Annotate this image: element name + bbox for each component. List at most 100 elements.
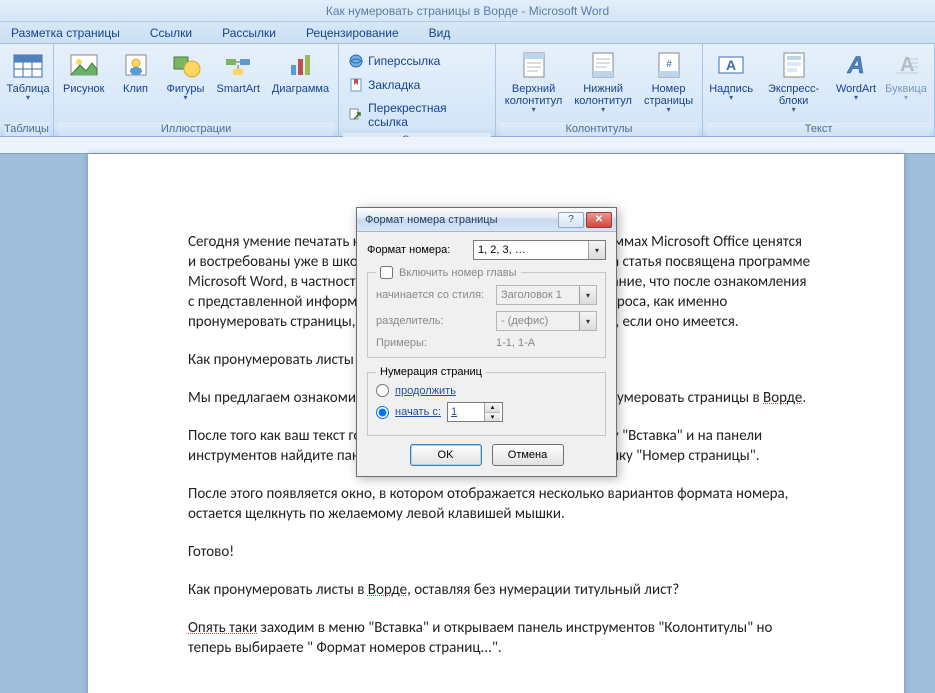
svg-text:A: A xyxy=(726,57,736,73)
pagenum-icon: # xyxy=(653,49,685,81)
chevron-down-icon: ▾ xyxy=(26,93,30,102)
chevron-down-icon: ▾ xyxy=(532,105,536,114)
group-headerfooter-label: Колонтитулы xyxy=(500,121,698,136)
dialog-title: Формат номера страницы xyxy=(365,214,498,226)
chevron-down-icon: ▾ xyxy=(792,105,796,114)
header-button[interactable]: Верхний колонтитул ▾ xyxy=(500,46,568,117)
group-tables: Таблица ▾ Таблицы xyxy=(0,44,54,136)
chart-button[interactable]: Диаграмма xyxy=(267,46,334,98)
footer-button[interactable]: Нижний колонтитул ▾ xyxy=(569,46,637,117)
ruler[interactable] xyxy=(0,137,935,154)
shapes-icon xyxy=(170,49,202,81)
chevron-down-icon: ▾ xyxy=(854,93,858,102)
number-format-value: 1, 2, 3, … xyxy=(478,244,526,256)
number-format-combo[interactable]: 1, 2, 3, … ▾ xyxy=(473,240,606,260)
group-text: A Надпись ▾ Экспресс-блоки ▾ A WordArt ▾… xyxy=(703,44,935,136)
chevron-down-icon: ▾ xyxy=(667,105,671,114)
quickparts-button[interactable]: Экспресс-блоки ▾ xyxy=(757,46,830,117)
crossref-button[interactable]: Перекрестная ссылка xyxy=(343,98,491,132)
bookmark-label: Закладка xyxy=(368,78,420,92)
para-8[interactable]: Опять таки заходим в меню "Вставка" и от… xyxy=(188,618,812,658)
smartart-button[interactable]: SmartArt xyxy=(212,46,265,98)
startat-label[interactable]: начать с: xyxy=(395,406,441,418)
group-links: Гиперссылка Закладка Перекрестная ссылка… xyxy=(339,44,496,136)
bookmark-button[interactable]: Закладка xyxy=(343,74,491,96)
pagenum-label: Номер страницы xyxy=(644,83,693,107)
hyperlink-label: Гиперссылка xyxy=(368,54,440,68)
para-7[interactable]: Как пронумеровать листы в Ворде, оставля… xyxy=(188,580,812,600)
chevron-down-icon[interactable]: ▾ xyxy=(588,241,605,259)
clip-button[interactable]: Клип xyxy=(112,46,160,98)
group-tables-label: Таблицы xyxy=(4,121,49,136)
startat-radio[interactable] xyxy=(376,406,389,419)
ribbon: Таблица ▾ Таблицы Рисунок Клип xyxy=(0,44,935,137)
picture-label: Рисунок xyxy=(63,83,105,95)
crossref-label: Перекрестная ссылка xyxy=(368,101,486,129)
chevron-down-icon: ▾ xyxy=(579,286,596,304)
include-chapter-checkbox[interactable] xyxy=(380,266,393,279)
spin-down-button[interactable]: ▾ xyxy=(485,413,500,422)
separator-value: - (дефис) xyxy=(501,315,548,327)
spin-up-button[interactable]: ▴ xyxy=(485,403,500,413)
startat-input[interactable] xyxy=(448,403,484,421)
dropcap-button[interactable]: A Буквица ▾ xyxy=(882,46,930,105)
examples-value: 1-1, 1-A xyxy=(496,337,597,349)
textbox-icon: A xyxy=(715,49,747,81)
dropcap-icon: A xyxy=(890,49,922,81)
numbering-legend: Нумерация страниц xyxy=(376,366,486,378)
starts-style-value: Заголовок 1 xyxy=(501,289,562,301)
chevron-down-icon: ▾ xyxy=(601,105,605,114)
clip-icon xyxy=(120,49,152,81)
starts-style-label: начинается со стиля: xyxy=(376,289,496,301)
window-title: Как нумеровать страницы в Ворде - Micros… xyxy=(0,0,935,22)
group-illustrations-label: Иллюстрации xyxy=(58,121,334,136)
crossref-icon xyxy=(348,107,364,123)
para-5[interactable]: После этого появляется окно, в котором о… xyxy=(188,484,812,524)
chart-icon xyxy=(285,49,317,81)
page-number-format-dialog: Формат номера страницы ? ✕ Формат номера… xyxy=(356,207,617,477)
group-headerfooter: Верхний колонтитул ▾ Нижний колонтитул ▾… xyxy=(496,44,703,136)
numbering-fieldset: Нумерация страниц продолжить начать с: ▴… xyxy=(367,366,606,436)
bookmark-icon xyxy=(348,77,364,93)
separator-label: разделитель: xyxy=(376,315,496,327)
footer-icon xyxy=(587,49,619,81)
separator-combo: - (дефис) ▾ xyxy=(496,311,597,331)
chart-label: Диаграмма xyxy=(272,83,329,95)
header-label: Верхний колонтитул xyxy=(505,83,563,107)
help-button[interactable]: ? xyxy=(558,212,584,228)
startat-spinner[interactable]: ▴ ▾ xyxy=(447,402,503,422)
include-chapter-label: Включить номер главы xyxy=(399,267,517,279)
tab-review[interactable]: Рецензирование xyxy=(300,23,405,43)
chevron-down-icon: ▾ xyxy=(183,93,187,102)
textbox-button[interactable]: A Надпись ▾ xyxy=(707,46,755,105)
tab-mailings[interactable]: Рассылки xyxy=(216,23,282,43)
cancel-button[interactable]: Отмена xyxy=(492,444,564,466)
examples-label: Примеры: xyxy=(376,337,496,349)
pagenum-button[interactable]: # Номер страницы ▾ xyxy=(639,46,698,117)
tab-page-layout[interactable]: Разметка страницы xyxy=(5,23,126,43)
ok-button[interactable]: OK xyxy=(410,444,482,466)
svg-text:A: A xyxy=(846,52,864,79)
svg-text:#: # xyxy=(666,59,672,70)
hyperlink-icon xyxy=(348,53,364,69)
header-icon xyxy=(518,49,550,81)
table-button[interactable]: Таблица ▾ xyxy=(4,46,52,105)
picture-button[interactable]: Рисунок xyxy=(58,46,110,98)
group-illustrations: Рисунок Клип Фигуры ▾ SmartArt xyxy=(54,44,339,136)
tab-view[interactable]: Вид xyxy=(423,23,457,43)
para-6[interactable]: Готово! xyxy=(188,542,812,562)
smartart-label: SmartArt xyxy=(217,83,260,95)
dialog-titlebar[interactable]: Формат номера страницы ? ✕ xyxy=(357,208,616,232)
continue-radio[interactable] xyxy=(376,384,389,397)
shapes-button[interactable]: Фигуры ▾ xyxy=(162,46,210,105)
close-button[interactable]: ✕ xyxy=(586,212,612,228)
continue-label[interactable]: продолжить xyxy=(395,385,456,397)
tab-references[interactable]: Ссылки xyxy=(144,23,198,43)
quickparts-label: Экспресс-блоки xyxy=(762,83,825,107)
footer-label: Нижний колонтитул xyxy=(574,83,632,107)
smartart-icon xyxy=(222,49,254,81)
chapter-fieldset: Включить номер главы начинается со стиля… xyxy=(367,266,606,358)
hyperlink-button[interactable]: Гиперссылка xyxy=(343,50,491,72)
clip-label: Клип xyxy=(123,83,148,95)
wordart-button[interactable]: A WordArt ▾ xyxy=(832,46,880,105)
